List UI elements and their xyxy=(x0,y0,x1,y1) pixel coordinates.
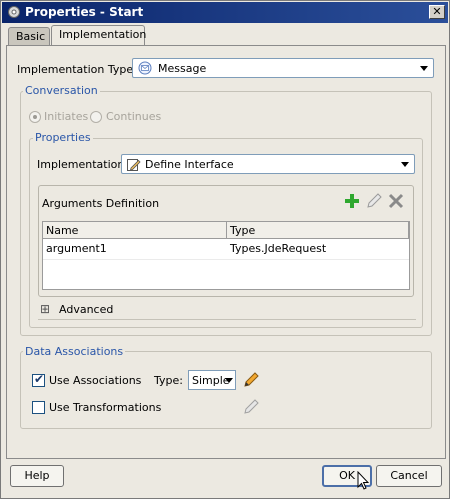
data-associations-title: Data Associations xyxy=(23,345,126,358)
continues-label: Continues xyxy=(106,110,162,123)
initiates-radio[interactable] xyxy=(29,111,41,123)
pencil-disabled-icon xyxy=(244,399,259,414)
advanced-label[interactable]: Advanced xyxy=(59,303,113,316)
type-dropdown[interactable]: Simple xyxy=(188,370,236,390)
edit-document-icon xyxy=(127,159,141,171)
row-divider xyxy=(43,259,409,260)
tab-implementation[interactable]: Implementation xyxy=(51,25,146,46)
implementation-dropdown[interactable]: Define Interface xyxy=(121,154,415,174)
help-button[interactable]: Help xyxy=(10,465,64,487)
pencil-icon[interactable] xyxy=(366,193,382,209)
implementation-tab-panel: Implementation Type: Message Conversatio… xyxy=(6,45,446,459)
chevron-down-icon xyxy=(401,162,409,167)
properties-title: Properties xyxy=(33,131,93,144)
edit-pencil-icon[interactable] xyxy=(243,372,259,388)
cancel-button[interactable]: Cancel xyxy=(376,465,442,487)
properties-dialog: Properties - Start ✕ Basic Implementatio… xyxy=(0,0,450,499)
chevron-down-icon xyxy=(420,66,428,71)
arguments-title: Arguments Definition xyxy=(42,197,160,210)
checkmark-icon: ✔ xyxy=(34,372,45,386)
gear-icon xyxy=(8,6,20,18)
tab-basic[interactable]: Basic xyxy=(8,27,50,46)
data-associations-group xyxy=(20,351,432,429)
continues-radio[interactable] xyxy=(90,111,102,123)
close-button[interactable]: ✕ xyxy=(429,5,445,19)
implementation-label: Implementation: xyxy=(37,158,129,171)
use-associations-checkbox[interactable]: ✔ xyxy=(32,372,45,387)
column-header-type[interactable]: Type xyxy=(227,222,409,239)
advanced-separator xyxy=(38,319,416,320)
conversation-title: Conversation xyxy=(23,84,100,97)
type-value: Simple xyxy=(192,374,230,387)
delete-icon[interactable] xyxy=(388,193,404,209)
mouse-cursor-icon xyxy=(357,471,369,490)
implementation-type-value: Message xyxy=(158,62,207,75)
add-icon[interactable] xyxy=(344,193,360,209)
initiates-label: Initiates xyxy=(44,110,89,123)
argument-name-cell[interactable]: argument1 xyxy=(43,240,227,257)
chevron-down-icon xyxy=(225,378,233,383)
implementation-value: Define Interface xyxy=(145,158,234,171)
implementation-type-dropdown[interactable]: Message xyxy=(132,58,434,78)
use-associations-label: Use Associations xyxy=(49,374,142,387)
argument-type-cell[interactable]: Types.JdeRequest xyxy=(227,240,409,257)
use-transformations-label: Use Transformations xyxy=(49,401,162,414)
window-title: Properties - Start xyxy=(25,5,144,19)
column-header-name[interactable]: Name xyxy=(43,222,227,239)
implementation-type-label: Implementation Type: xyxy=(17,63,137,76)
title-bar: Properties - Start ✕ xyxy=(2,2,448,23)
message-icon xyxy=(138,61,152,75)
expand-icon[interactable]: ⊞ xyxy=(40,302,50,316)
use-transformations-checkbox[interactable] xyxy=(32,401,45,414)
arguments-table: Name Type argument1 Types.JdeRequest xyxy=(42,221,410,290)
type-label: Type: xyxy=(154,374,183,387)
